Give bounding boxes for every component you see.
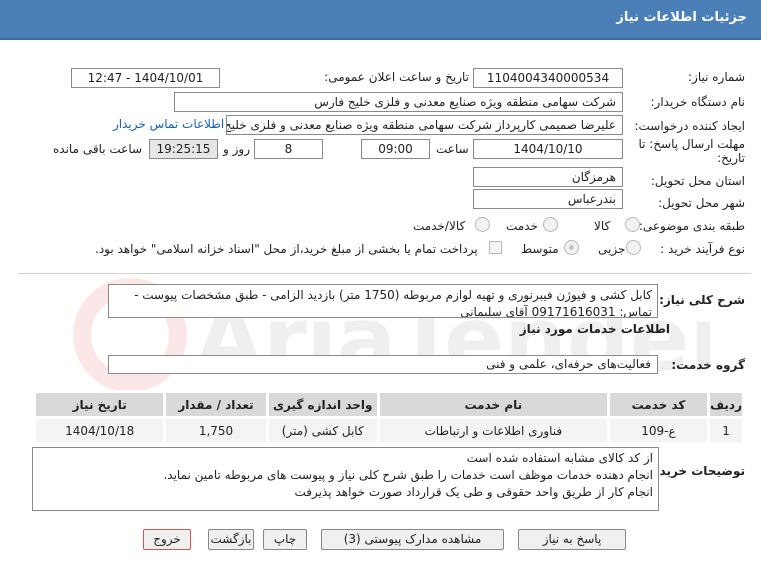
deadline-date-field: 1404/10/10 [473,139,623,159]
col-service-name: نام خدمت [376,390,610,419]
city-label: شهر محل تحویل: [658,196,745,210]
cell-row: 1 [707,416,745,445]
cell-need-date: 1404/10/18 [32,416,167,445]
cell-service-name: فناوری اطلاعات و ارتباطات [376,416,610,445]
buyer-notes-line: انجام کار از طریق واحد حقوقی و طی یک قرا… [294,485,653,499]
summary-label: شرح کلی نیاز: [659,293,745,307]
need-number-field: 1104004340000534 [473,68,623,88]
service-group-field: فعالیت‌های حرفه‌ای، علمی و فنی [108,355,658,374]
creator-field: علیرضا صمیمی کارپرداز شرکت سهامی منطقه و… [226,115,623,135]
table-row: 1 ع-109 فناوری اطلاعات و ارتباطات کابل ک… [32,416,745,445]
exit-button[interactable]: خروج [143,529,191,550]
creator-label: ایجاد کننده درخواست: [634,119,745,133]
deadline-date-label: تاریخ: [717,151,745,165]
back-button[interactable]: بازگشت [208,529,254,550]
buyer-contact-link[interactable]: اطلاعات تماس خریدار [113,117,224,131]
section-divider [18,273,751,274]
deadline-label: مهلت ارسال پاسخ: تا [638,137,745,151]
view-attachments-button[interactable]: مشاهده مدارک پیوستی (3) [321,529,504,550]
category-option-goods: کالا [594,219,611,233]
category-option-service: خدمت [506,219,538,233]
province-field: هرمزگان [473,167,623,187]
services-table: ردیف کد خدمت نام خدمت واحد اندازه گیری ت… [32,390,745,445]
deadline-time-label: ساعت [436,142,469,156]
category-option-both: کالا/خدمت [413,219,466,233]
category-both-radio[interactable] [475,217,490,232]
remaining-time-field: 19:25:15 [149,139,218,159]
province-label: استان محل تحویل: [650,174,745,188]
process-option-minor: جزیی [598,242,626,256]
city-field: بندرعباس [473,189,623,209]
process-type-label: نوع فرآیند خرید : [660,242,745,256]
deadline-time-field: 09:00 [361,139,430,159]
title-bar: جزئیات اطلاعات نیاز [0,0,761,40]
cell-quantity: 1,750 [163,416,269,445]
buyer-notes-box: از کد کالای مشابه استفاده شده است انجام … [32,447,659,511]
summary-text: کابل کشی و فیوژن فیبرنوری و تهیه لوازم م… [108,284,658,318]
process-medium-radio[interactable] [564,240,579,255]
col-row: ردیف [707,390,745,419]
cell-service-code: ع-109 [606,416,711,445]
category-label: طبقه بندی موضوعی: [638,219,745,233]
buyer-notes-line: از کد کالای مشابه استفاده شده است [466,451,653,465]
announce-label: تاریخ و ساعت اعلان عمومی: [324,70,469,84]
remaining-days-field: 8 [254,139,323,159]
process-option-medium: متوسط [521,242,559,256]
col-service-code: کد خدمت [606,390,711,419]
page-title: جزئیات اطلاعات نیاز [616,10,747,25]
need-number-label: شماره نیاز: [688,70,745,84]
days-label: روز و [223,142,250,156]
col-need-date: تاریخ نیاز [32,390,167,419]
service-group-label: گروه خدمت: [671,358,745,372]
process-minor-radio[interactable] [626,240,641,255]
print-button[interactable]: چاپ [263,529,307,550]
announce-datetime-field: 1404/10/01 - 12:47 [71,68,220,88]
reply-button[interactable]: پاسخ به نیاز [518,529,626,550]
buyer-field: شرکت سهامی منطقه ویژه صنایع معدنی و فلزی… [174,92,623,112]
cell-unit: کابل کشی (متر) [265,416,380,445]
treasury-payment-note: پرداخت تمام یا بخشی از مبلغ خرید،از محل … [95,242,478,256]
treasury-payment-checkbox[interactable] [489,241,502,254]
services-section-title: اطلاعات خدمات مورد نیاز [519,322,670,336]
table-header-row: ردیف کد خدمت نام خدمت واحد اندازه گیری ت… [32,390,745,419]
category-goods-radio[interactable] [625,217,640,232]
col-unit: واحد اندازه گیری [265,390,380,419]
buyer-label: نام دستگاه خریدار: [650,95,746,109]
category-service-radio[interactable] [543,217,558,232]
buyer-notes-line: انجام دهنده خدمات موظف است خدمات را طبق … [163,468,653,482]
remaining-time-label: ساعت باقی مانده [53,142,143,156]
col-quantity: تعداد / مقدار [163,390,269,419]
